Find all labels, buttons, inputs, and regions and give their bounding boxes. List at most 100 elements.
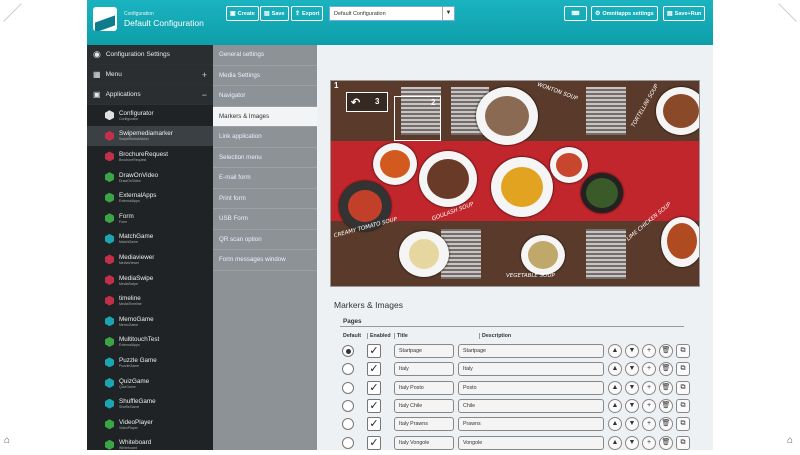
- enabled-checkbox[interactable]: ✓: [367, 381, 381, 395]
- title-field[interactable]: Italy Vongole: [394, 436, 454, 450]
- move-up-button[interactable]: ▲: [608, 344, 622, 358]
- default-radio[interactable]: [342, 437, 354, 449]
- media-button[interactable]: ⧉: [676, 417, 690, 431]
- media-button[interactable]: ⧉: [676, 399, 690, 413]
- subnav-item[interactable]: USB Form: [213, 209, 317, 230]
- title-field[interactable]: Startpage: [394, 344, 454, 358]
- sidebar-app-item[interactable]: ExternalAppsExternalApps: [87, 187, 213, 208]
- subnav-item[interactable]: QR scan option: [213, 230, 317, 251]
- enabled-checkbox[interactable]: ✓: [367, 436, 381, 450]
- move-up-button[interactable]: ▲: [608, 399, 622, 413]
- omnitapps-settings-button[interactable]: ⚙Omnitapps settings: [591, 6, 658, 21]
- configuration-select[interactable]: Default Configuration ▼: [329, 6, 455, 21]
- media-button[interactable]: ⧉: [676, 344, 690, 358]
- sidebar-app-item[interactable]: Puzzle GamePuzzleGame: [87, 352, 213, 373]
- sidebar-app-item[interactable]: MatchGameMatchGame: [87, 229, 213, 250]
- enabled-checkbox[interactable]: ✓: [367, 362, 381, 376]
- add-button[interactable]: +: [642, 362, 656, 376]
- home-icon[interactable]: ⌂: [787, 435, 793, 446]
- sidebar-app-item[interactable]: SwipemediamarkerSwipeMediaMarker: [87, 126, 213, 147]
- move-up-button[interactable]: ▲: [608, 362, 622, 376]
- description-field[interactable]: Vongole: [458, 436, 604, 450]
- subnav-item[interactable]: Media Settings: [213, 66, 317, 87]
- delete-button[interactable]: 🗑: [659, 417, 673, 431]
- add-button[interactable]: +: [642, 344, 656, 358]
- sidebar-app-item[interactable]: FormForm: [87, 208, 213, 229]
- sidebar-app-item[interactable]: DrawOnVideoDrawOnVideo: [87, 167, 213, 188]
- subnav-item[interactable]: Form messages window: [213, 250, 317, 271]
- subnav-item[interactable]: Selection menu: [213, 148, 317, 169]
- delete-button[interactable]: 🗑: [659, 381, 673, 395]
- description-field[interactable]: Posto: [458, 381, 604, 395]
- sidebar-configuration-settings[interactable]: ◉ Configuration Settings: [87, 45, 213, 65]
- enabled-checkbox[interactable]: ✓: [367, 399, 381, 413]
- enabled-checkbox[interactable]: ✓: [367, 417, 381, 431]
- move-up-button[interactable]: ▲: [608, 417, 622, 431]
- subnav-item[interactable]: Navigator: [213, 86, 317, 107]
- save-run-button[interactable]: ▤Save+Run: [663, 6, 705, 21]
- marker-3[interactable]: ↶ 3: [346, 92, 388, 112]
- move-down-button[interactable]: ▼: [625, 436, 639, 450]
- move-down-button[interactable]: ▼: [625, 417, 639, 431]
- sidebar-app-item[interactable]: ShuffleGameShuffleGame: [87, 393, 213, 414]
- sidebar-applications[interactable]: ▣ Applications −: [87, 85, 213, 105]
- save-button[interactable]: ▤Save: [260, 6, 289, 21]
- title-field[interactable]: Italy Chile: [394, 399, 454, 413]
- add-button[interactable]: +: [642, 436, 656, 450]
- plus-icon: +: [647, 420, 651, 427]
- sidebar-app-item[interactable]: WhiteboardWhiteboard: [87, 435, 213, 455]
- default-radio[interactable]: [342, 418, 354, 430]
- description-field[interactable]: Prawns: [458, 417, 604, 431]
- sidebar-app-item[interactable]: MultitouchTestExternalApps: [87, 332, 213, 353]
- delete-button[interactable]: 🗑: [659, 362, 673, 376]
- description-field[interactable]: Italy: [458, 362, 604, 376]
- description-field[interactable]: Chile: [458, 399, 604, 413]
- move-down-button[interactable]: ▼: [625, 399, 639, 413]
- media-button[interactable]: ⧉: [676, 381, 690, 395]
- chevron-down-icon: ▼: [442, 7, 454, 20]
- move-up-button[interactable]: ▲: [608, 381, 622, 395]
- sidebar-app-item[interactable]: MemoGameMemoGame: [87, 311, 213, 332]
- add-button[interactable]: +: [642, 399, 656, 413]
- move-down-button[interactable]: ▼: [625, 381, 639, 395]
- default-radio[interactable]: [342, 382, 354, 394]
- media-button[interactable]: ⧉: [676, 362, 690, 376]
- move-up-button[interactable]: ▲: [608, 436, 622, 450]
- sidebar-app-item[interactable]: MediaSwipeMediaSwipe: [87, 270, 213, 291]
- export-button[interactable]: ⇪Export: [291, 6, 323, 21]
- sidebar-app-item[interactable]: VideoPlayerVideoPlayer: [87, 414, 213, 435]
- add-button[interactable]: +: [642, 381, 656, 395]
- enabled-checkbox[interactable]: ✓: [367, 344, 381, 358]
- default-radio[interactable]: [342, 345, 354, 357]
- keyboard-button[interactable]: ⌨: [564, 6, 587, 21]
- sidebar-menu[interactable]: ▦ Menu +: [87, 65, 213, 85]
- subnav-item[interactable]: Link application: [213, 127, 317, 148]
- title-field[interactable]: Italy Posto: [394, 381, 454, 395]
- sidebar-app-item[interactable]: timelineMediaTimeline: [87, 290, 213, 311]
- title-field[interactable]: Italy: [394, 362, 454, 376]
- subnav-item[interactable]: Markers & Images: [213, 107, 317, 128]
- title-field[interactable]: Italy Prawns: [394, 417, 454, 431]
- sidebar-app-item[interactable]: MediaviewerMediaViewer: [87, 249, 213, 270]
- sidebar-app-item[interactable]: BrochureRequestBrochureRequest: [87, 146, 213, 167]
- marker-2[interactable]: 2: [394, 96, 441, 141]
- media-button[interactable]: ⧉: [676, 436, 690, 450]
- description-field[interactable]: Startpage: [458, 344, 604, 358]
- delete-button[interactable]: 🗑: [659, 399, 673, 413]
- create-button[interactable]: ▣Create: [226, 6, 259, 21]
- subnav-item[interactable]: E-mail form: [213, 168, 317, 189]
- move-down-button[interactable]: ▼: [625, 362, 639, 376]
- move-down-button[interactable]: ▼: [625, 344, 639, 358]
- subnav-item[interactable]: Print form: [213, 189, 317, 210]
- sidebar-app-item[interactable]: ConfiguratorConfigurator: [87, 105, 213, 126]
- default-radio[interactable]: [342, 363, 354, 375]
- sidebar-app-item[interactable]: QuizGameQuizGame: [87, 373, 213, 394]
- annotation-label: VEGETABLE SOUP: [506, 273, 555, 279]
- home-icon[interactable]: ⌂: [4, 435, 10, 446]
- table-row: ✓ Italy Prawns Prawns ▲▼ + 🗑⧉: [340, 415, 695, 433]
- subnav-item[interactable]: General settings: [213, 45, 317, 66]
- default-radio[interactable]: [342, 400, 354, 412]
- delete-button[interactable]: 🗑: [659, 436, 673, 450]
- delete-button[interactable]: 🗑: [659, 344, 673, 358]
- add-button[interactable]: +: [642, 417, 656, 431]
